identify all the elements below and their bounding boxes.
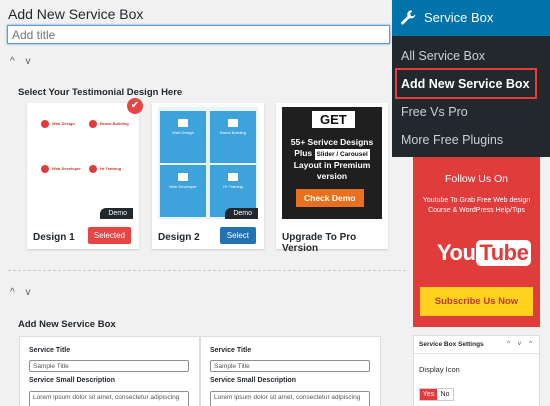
checkmark-icon: ✔: [127, 98, 143, 114]
calendar-icon: [178, 119, 188, 127]
thumb2-tile-1: Web Design: [160, 111, 206, 163]
section-divider: [8, 270, 406, 271]
menu-item-free-vs-pro[interactable]: Free Vs Pro: [401, 105, 468, 119]
service-box-1: Service Title Sample Title Service Small…: [19, 336, 200, 406]
service-box-2: Service Title Sample Title Service Small…: [200, 336, 381, 406]
promo-line-2: Plus Slider / Carousel: [282, 148, 382, 160]
youtube-promo: Follow Us On Youtube To Grab Free Web de…: [413, 157, 540, 327]
service-desc-label: Service Small Description: [210, 377, 296, 384]
collapse-toggle-bottom[interactable]: ^ v: [10, 287, 34, 298]
thumb2-item-2: Brand Building: [219, 130, 247, 135]
hr-training-icon: [89, 165, 97, 173]
logo-tube: Tube: [476, 240, 532, 266]
upgrade-label: Upgrade To Pro Version: [282, 232, 357, 254]
check-demo-button[interactable]: Check Demo: [296, 189, 364, 207]
service-title-label: Service Title: [210, 347, 252, 354]
promo-plus: Plus: [294, 148, 313, 158]
thumb2-tile-2: Brand Building: [210, 111, 256, 163]
thumb2-item-3: Web Developer: [169, 184, 197, 189]
thumb2-item-4: Hr Training: [223, 184, 243, 189]
promo-get: GET: [312, 111, 355, 128]
thumb2-tile-3: Web Developer: [160, 165, 206, 217]
wrench-icon: [401, 10, 416, 25]
menu-title: Service Box: [424, 10, 494, 25]
grid-icon: [228, 119, 238, 127]
follow-heading: Follow Us On: [444, 173, 508, 185]
design-1-thumbnail: Web Design Brand Building Web Developer …: [33, 107, 133, 219]
thumb1-item-4: Hr Training: [100, 166, 122, 171]
select-button[interactable]: Select: [219, 227, 256, 244]
toggle-no[interactable]: No: [437, 389, 453, 400]
menu-header[interactable]: Service Box: [392, 0, 550, 36]
subscribe-button[interactable]: Subscribe Us Now: [420, 287, 533, 316]
plane-icon: [228, 173, 238, 181]
design-2-thumbnail: Web Design Brand Building Web Developer …: [158, 107, 258, 219]
thumb1-item-3: Web Developer: [52, 166, 81, 171]
settings-divider: [414, 353, 539, 354]
admin-submenu: Service Box All Service Box Add New Serv…: [392, 0, 550, 157]
display-icon-label: Display Icon: [419, 365, 460, 374]
page-title: Add New Service Box: [8, 6, 144, 22]
selected-button[interactable]: Selected: [87, 227, 131, 244]
promo-slider: Slider / Carousel: [314, 149, 370, 160]
design-section-heading: Select Your Testimonial Design Here: [18, 87, 183, 98]
service-desc-input[interactable]: Lorem ipsum dolor sit amet, consectetur …: [210, 391, 370, 406]
thumb1-item-2: Brand Building: [100, 121, 129, 126]
thumb1-item-1: Web Design: [52, 121, 75, 126]
promo-description: Youtube To Grab Free Web design Course &…: [422, 197, 531, 214]
promo-line-4: version: [316, 171, 348, 181]
pro-promo-thumbnail: GET 55+ Serivce Designs Plus Slider / Ca…: [282, 107, 382, 219]
settings-controls[interactable]: ^ v ^: [507, 340, 535, 347]
service-desc-input[interactable]: Lorem ipsum dolor sit amet, consectetur …: [29, 391, 189, 406]
web-developer-icon: [41, 165, 49, 173]
menu-item-all-service-box[interactable]: All Service Box: [401, 49, 485, 63]
collapse-toggle-top[interactable]: ^ v: [10, 56, 34, 67]
menu-item-more-plugins[interactable]: More Free Plugins: [401, 133, 503, 147]
service-title-input[interactable]: Sample Title: [210, 360, 370, 372]
settings-box: Service Box Settings ^ v ^ Display Icon …: [413, 335, 540, 406]
upgrade-card[interactable]: GET 55+ Serivce Designs Plus Slider / Ca…: [276, 103, 388, 254]
thumb2-item-1: Web Design: [172, 130, 194, 135]
add-service-heading: Add New Service Box: [18, 319, 116, 330]
active-highlight: [395, 68, 537, 99]
youtube-logo[interactable]: You Tube: [437, 240, 532, 266]
title-input[interactable]: [7, 25, 390, 44]
promo-line-3: Layout in Premium: [293, 160, 371, 170]
toggle-yes[interactable]: Yes: [420, 389, 437, 400]
promo-text: 55+ Serivce Designs Plus Slider / Carous…: [282, 137, 382, 182]
service-title-input[interactable]: Sample Title: [29, 360, 189, 372]
brand-building-icon: [89, 120, 97, 128]
demo-tag[interactable]: Demo: [100, 208, 133, 219]
web-design-icon: [41, 120, 49, 128]
design-1-label: Design 1: [33, 232, 75, 243]
demo-tag[interactable]: Demo: [225, 208, 258, 219]
megaphone-icon: [178, 173, 188, 181]
logo-you: You: [437, 240, 476, 265]
settings-heading: Service Box Settings: [419, 341, 484, 348]
design-2-label: Design 2: [158, 232, 200, 243]
promo-line-1: 55+ Serivce Designs: [290, 137, 374, 147]
service-desc-label: Service Small Description: [29, 377, 115, 384]
display-icon-toggle[interactable]: Yes No: [419, 388, 454, 401]
design-card-2[interactable]: Web Design Brand Building Web Developer …: [152, 103, 264, 249]
design-card-1[interactable]: Web Design Brand Building Web Developer …: [27, 98, 143, 249]
service-title-label: Service Title: [29, 347, 71, 354]
